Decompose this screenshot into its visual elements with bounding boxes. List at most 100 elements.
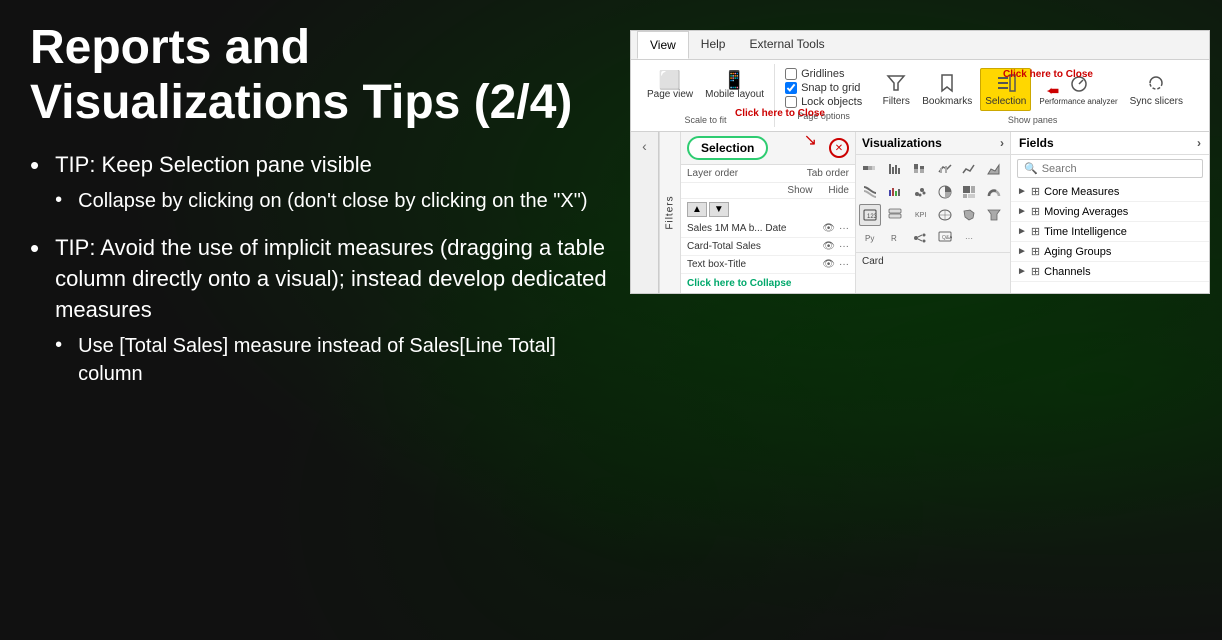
performance-analyzer-button[interactable]: Performance analyzer (1035, 70, 1121, 109)
channels-label: Channels (1044, 266, 1090, 278)
viz-stacked-column[interactable] (909, 158, 931, 180)
sync-slicers-label: Sync slicers (1130, 96, 1183, 107)
panes-container: Selection ✕ Click here to Close ↘ Layer … (681, 132, 1209, 293)
viz-clustered-bar[interactable] (884, 158, 906, 180)
svg-text:Q&A: Q&A (942, 235, 952, 241)
viz-filled-map[interactable] (958, 204, 980, 226)
ribbon-group-show-panes: Filters Bookmarks (872, 64, 1193, 127)
page-view-button[interactable]: ⬜ Page view (643, 68, 697, 103)
tab-external-tools[interactable]: External Tools (737, 31, 836, 59)
tip-1-subtips: Collapse by clicking on (don't close by … (55, 187, 587, 215)
ribbon-content: ⬜ Page view 📱 Mobile layout Scale to fit (631, 60, 1209, 131)
fields-pane: Fields › 🔍 ► ⊞ Core Measures (1011, 132, 1209, 293)
tips-list: TIP: Keep Selection pane visible Collaps… (30, 150, 610, 393)
lock-objects-checkbox-label[interactable]: Lock objects (785, 96, 862, 108)
viz-ribbon[interactable] (859, 181, 881, 203)
viz-pie[interactable] (934, 181, 956, 203)
viz-map[interactable] (934, 204, 956, 226)
core-measures-table-icon: ⊞ (1031, 185, 1040, 198)
fields-search-input[interactable] (1042, 163, 1196, 175)
selection-label: Selection (985, 96, 1026, 107)
fields-title: Fields (1019, 136, 1054, 150)
tip-2-subtip-1-text: Use [Total Sales] measure instead of Sal… (78, 332, 610, 388)
fields-nav-right[interactable]: › (1197, 136, 1201, 150)
ribbon-tabs: View Help External Tools (631, 31, 1209, 60)
right-panel: View Help External Tools ⬜ Page view (630, 20, 1210, 620)
selection-pane-header: Selection ✕ Click here to Close ↘ (681, 132, 855, 165)
move-up-button[interactable]: ▲ (687, 202, 707, 217)
viz-card[interactable]: 123 (859, 204, 881, 226)
selection-item-1[interactable]: Sales 1M MA b... Date 👁 ··· (681, 220, 855, 238)
viz-area[interactable] (983, 158, 1005, 180)
viz-pane-nav-right[interactable]: › (1000, 136, 1004, 150)
hide-label: Hide (828, 185, 849, 196)
viz-pane-title: Visualizations (862, 136, 942, 150)
scale-to-fit-label: Scale to fit (685, 115, 727, 127)
viz-line-clustered[interactable] (934, 158, 956, 180)
gridlines-checkbox[interactable] (785, 68, 797, 80)
viz-funnel[interactable] (983, 204, 1005, 226)
svg-text:Py: Py (865, 234, 874, 243)
viz-qa[interactable]: Q&A (934, 227, 956, 249)
field-group-moving-averages[interactable]: ► ⊞ Moving Averages (1011, 202, 1209, 222)
viz-treemap[interactable] (958, 181, 980, 203)
viz-r-script[interactable]: R (884, 227, 906, 249)
page-view-label: Page view (647, 89, 693, 100)
nav-arrow-left[interactable]: ‹ (640, 136, 649, 156)
lock-objects-label: Lock objects (801, 96, 862, 108)
selection-icon (995, 72, 1017, 94)
filters-sidebar-label: Filters (665, 195, 676, 229)
selection-item-3[interactable]: Text box-Title 👁 ··· (681, 256, 855, 274)
selection-pane-title[interactable]: Selection (687, 136, 768, 160)
tip-1-subtip-1-text: Collapse by clicking on (don't close by … (78, 187, 587, 215)
field-group-time-intelligence[interactable]: ► ⊞ Time Intelligence (1011, 222, 1209, 242)
viz-line[interactable] (958, 158, 980, 180)
field-group-aging-groups[interactable]: ► ⊞ Aging Groups (1011, 242, 1209, 262)
filters-button[interactable]: Filters (878, 69, 914, 110)
visualizations-pane: Visualizations › (856, 132, 1011, 293)
selection-item-2[interactable]: Card-Total Sales 👁 ··· (681, 238, 855, 256)
snap-to-grid-checkbox-label[interactable]: Snap to grid (785, 82, 862, 94)
eye-icon-1: 👁 (822, 223, 835, 234)
tip-2-subtips: Use [Total Sales] measure instead of Sal… (55, 332, 610, 388)
tab-order-label[interactable]: Tab order (807, 168, 849, 179)
gridlines-checkbox-label[interactable]: Gridlines (785, 68, 862, 80)
filter-move-buttons: ▲ ▼ (681, 199, 855, 220)
viz-python[interactable]: Py (859, 227, 881, 249)
filters-label: Filters (883, 96, 910, 107)
snap-to-grid-checkbox[interactable] (785, 82, 797, 94)
tab-view[interactable]: View (637, 31, 689, 59)
fields-search-container[interactable]: 🔍 (1017, 159, 1203, 178)
viz-kpi[interactable]: KPI (909, 204, 931, 226)
tab-help[interactable]: Help (689, 31, 738, 59)
viz-decomp-tree[interactable] (909, 227, 931, 249)
selection-close-button[interactable]: ✕ (829, 138, 849, 158)
viz-multi-row-card[interactable] (884, 204, 906, 226)
layer-order-label[interactable]: Layer order (687, 168, 738, 179)
filters-icon (885, 72, 907, 94)
field-group-channels[interactable]: ► ⊞ Channels (1011, 262, 1209, 282)
viz-scatter[interactable] (909, 181, 931, 203)
arrow-annotation: ↘ (804, 130, 817, 150)
lock-objects-checkbox[interactable] (785, 96, 797, 108)
bookmarks-button[interactable]: Bookmarks (918, 69, 976, 110)
slide-title: Reports and Visualizations Tips (2/4) (30, 20, 610, 130)
show-panes-label: Show panes (1008, 115, 1058, 127)
fields-header: Fields › (1011, 132, 1209, 155)
svg-text:R: R (891, 234, 897, 243)
viz-more[interactable]: ··· (958, 227, 980, 249)
gridlines-label: Gridlines (801, 68, 844, 80)
sync-slicers-button[interactable]: Sync slicers (1126, 69, 1187, 110)
left-strip: ‹ (631, 132, 659, 293)
selection-button[interactable]: Selection (980, 68, 1031, 111)
mobile-layout-button[interactable]: 📱 Mobile layout (701, 68, 768, 103)
search-icon: 🔍 (1024, 162, 1038, 175)
slide-content: Reports and Visualizations Tips (2/4) TI… (0, 0, 1222, 640)
viz-waterfall[interactable] (884, 181, 906, 203)
click-collapse-link[interactable]: Click here to Collapse (681, 274, 855, 293)
time-intelligence-table-icon: ⊞ (1031, 225, 1040, 238)
viz-gauge[interactable] (983, 181, 1005, 203)
viz-stacked-bar[interactable] (859, 158, 881, 180)
field-group-core-measures[interactable]: ► ⊞ Core Measures (1011, 182, 1209, 202)
move-down-button[interactable]: ▼ (709, 202, 729, 217)
